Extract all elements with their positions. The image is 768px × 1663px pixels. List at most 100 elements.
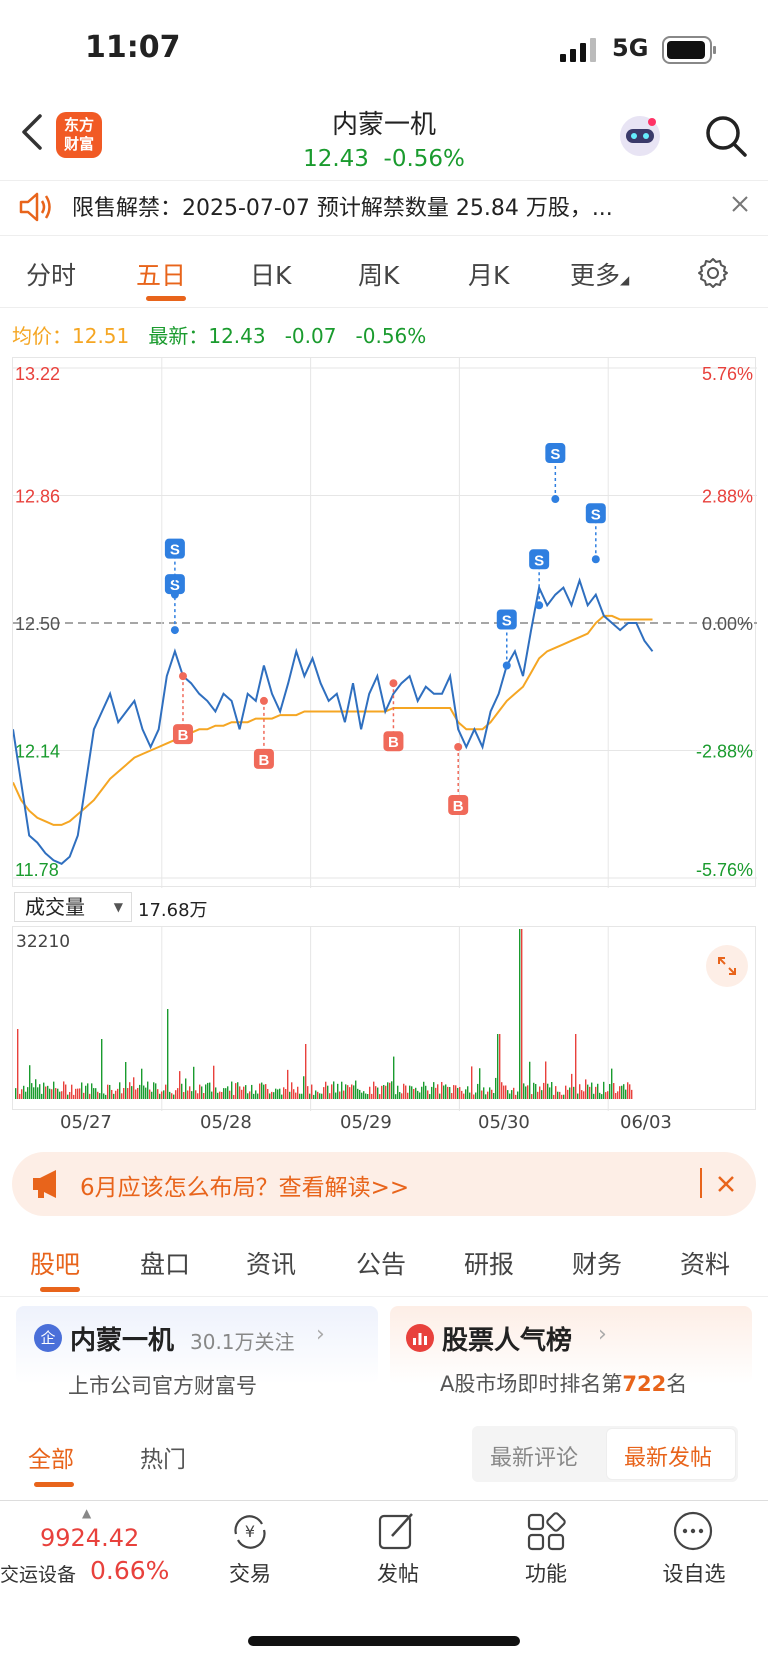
volume-bar <box>203 1093 205 1099</box>
volume-bar <box>621 1085 623 1099</box>
volume-bar <box>557 1091 559 1099</box>
popularity-rank: 722 <box>622 1372 667 1396</box>
promo-close-icon[interactable] <box>716 1174 736 1194</box>
volume-bar <box>555 1086 557 1099</box>
volume-bar <box>447 1086 449 1099</box>
x-axis-label: 05/30 <box>478 1112 530 1133</box>
volume-bar <box>375 1086 377 1099</box>
volume-bar <box>475 1092 477 1099</box>
tab-announcements[interactable]: 公告 <box>356 1245 406 1281</box>
volume-bar <box>215 1087 217 1099</box>
tab-weekly-k[interactable]: 周K <box>358 256 399 292</box>
volume-bar <box>315 1090 317 1099</box>
marker-label: B <box>453 798 464 815</box>
tab-forum[interactable]: 股吧 <box>30 1245 80 1281</box>
index-pct[interactable]: 0.66% <box>90 1556 169 1585</box>
volume-bar <box>387 1082 389 1099</box>
volume-bar <box>269 1093 271 1099</box>
volume-bar <box>293 1089 295 1099</box>
volume-bar <box>585 1079 587 1099</box>
tab-five-day[interactable]: 五日 <box>136 256 186 292</box>
volume-bar <box>487 1091 489 1099</box>
volume-bar <box>145 1087 147 1099</box>
trade-yuan-icon[interactable]: ¥ <box>228 1512 272 1552</box>
volume-bar <box>265 1084 267 1099</box>
marker-label: S <box>550 446 560 463</box>
volume-bar <box>489 1087 491 1099</box>
volume-bar <box>137 1087 139 1099</box>
volume-bar <box>519 929 521 1099</box>
volume-bar <box>467 1086 469 1099</box>
tabbar-trade[interactable]: 交易 <box>190 1558 310 1588</box>
robot-assistant-icon[interactable] <box>616 112 664 160</box>
volume-bar <box>93 1088 95 1099</box>
sort-latest-comment[interactable]: 最新评论 <box>490 1440 578 1472</box>
search-icon[interactable] <box>704 114 748 158</box>
volume-bar <box>469 1092 471 1099</box>
volume-bar <box>165 1084 167 1099</box>
volume-bar <box>581 1090 583 1099</box>
tab-daily-k[interactable]: 日K <box>250 256 291 292</box>
sort-latest-post[interactable]: 最新发帖 <box>624 1440 712 1472</box>
volume-bar <box>193 1066 195 1099</box>
tab-finance[interactable]: 财务 <box>572 1245 622 1281</box>
volume-bar <box>263 1084 265 1099</box>
close-icon[interactable] <box>730 194 750 214</box>
tab-more[interactable]: 更多◢ <box>570 256 629 292</box>
volume-bar <box>457 1087 459 1099</box>
enterprise-badge-icon: 企 <box>34 1324 62 1352</box>
volume-bar <box>495 1077 497 1099</box>
volume-bar <box>325 1081 327 1099</box>
functions-grid-icon[interactable] <box>526 1512 566 1552</box>
volume-bar <box>601 1094 603 1099</box>
price-chart[interactable]: 13.22 12.86 12.50 12.14 11.78 5.76% 2.88% 0.00%… <box>12 357 757 888</box>
settings-gear-icon[interactable] <box>696 256 730 290</box>
volume-bar <box>175 1090 177 1099</box>
y-tick-right: 5.76% <box>702 364 753 384</box>
volume-bar <box>87 1083 89 1099</box>
popularity-card-title: 股票人气榜 <box>442 1326 573 1356</box>
tab-monthly-k[interactable]: 月K <box>468 256 509 292</box>
volume-bar <box>281 1094 283 1099</box>
add-watchlist-icon[interactable] <box>672 1510 714 1552</box>
volume-bar <box>453 1085 455 1099</box>
tab-news[interactable]: 资讯 <box>246 1245 296 1281</box>
volume-bar <box>351 1084 353 1099</box>
chevron-right-icon: › <box>316 1322 325 1347</box>
volume-bar <box>171 1093 173 1099</box>
feed-tab-hot[interactable]: 热门 <box>140 1440 186 1474</box>
index-name[interactable]: 交运设备 <box>0 1560 76 1587</box>
volume-bar <box>561 1094 563 1099</box>
volume-bar <box>127 1088 129 1099</box>
volume-bar <box>181 1083 183 1099</box>
indicator-dropdown[interactable]: 成交量 ▼ <box>14 892 132 922</box>
volume-bar <box>445 1084 447 1099</box>
tabbar-functions[interactable]: 功能 <box>486 1558 606 1588</box>
popularity-rank-text: A股市场即时排名第722名 <box>440 1372 688 1396</box>
volume-bar <box>521 929 523 1099</box>
tabbar-add-watchlist[interactable]: 设自选 <box>634 1558 754 1588</box>
volume-bar <box>483 1087 485 1099</box>
marker-label: B <box>259 752 270 769</box>
tab-research[interactable]: 研报 <box>464 1245 514 1281</box>
tab-profile[interactable]: 资料 <box>680 1245 730 1281</box>
volume-bar <box>285 1088 287 1099</box>
tabbar-post[interactable]: 发帖 <box>338 1558 458 1588</box>
volume-chart[interactable] <box>12 926 756 1111</box>
volume-bar <box>121 1093 123 1099</box>
volume-bar <box>107 1084 109 1099</box>
caret-up-icon: ▲ <box>82 1506 92 1520</box>
volume-bar <box>91 1083 93 1099</box>
volume-bar <box>425 1085 427 1099</box>
volume-bar <box>241 1089 243 1099</box>
feed-tab-all[interactable]: 全部 <box>28 1440 74 1474</box>
tab-orderbook[interactable]: 盘口 <box>140 1245 190 1281</box>
volume-bar <box>455 1085 457 1099</box>
fullscreen-icon[interactable] <box>705 944 749 988</box>
volume-bar <box>27 1087 29 1099</box>
tab-intraday[interactable]: 分时 <box>26 256 76 292</box>
post-edit-icon[interactable] <box>376 1510 418 1552</box>
index-value[interactable]: 9924.42 <box>40 1524 139 1552</box>
volume-bar <box>99 1093 101 1099</box>
volume-bar <box>415 1087 417 1099</box>
